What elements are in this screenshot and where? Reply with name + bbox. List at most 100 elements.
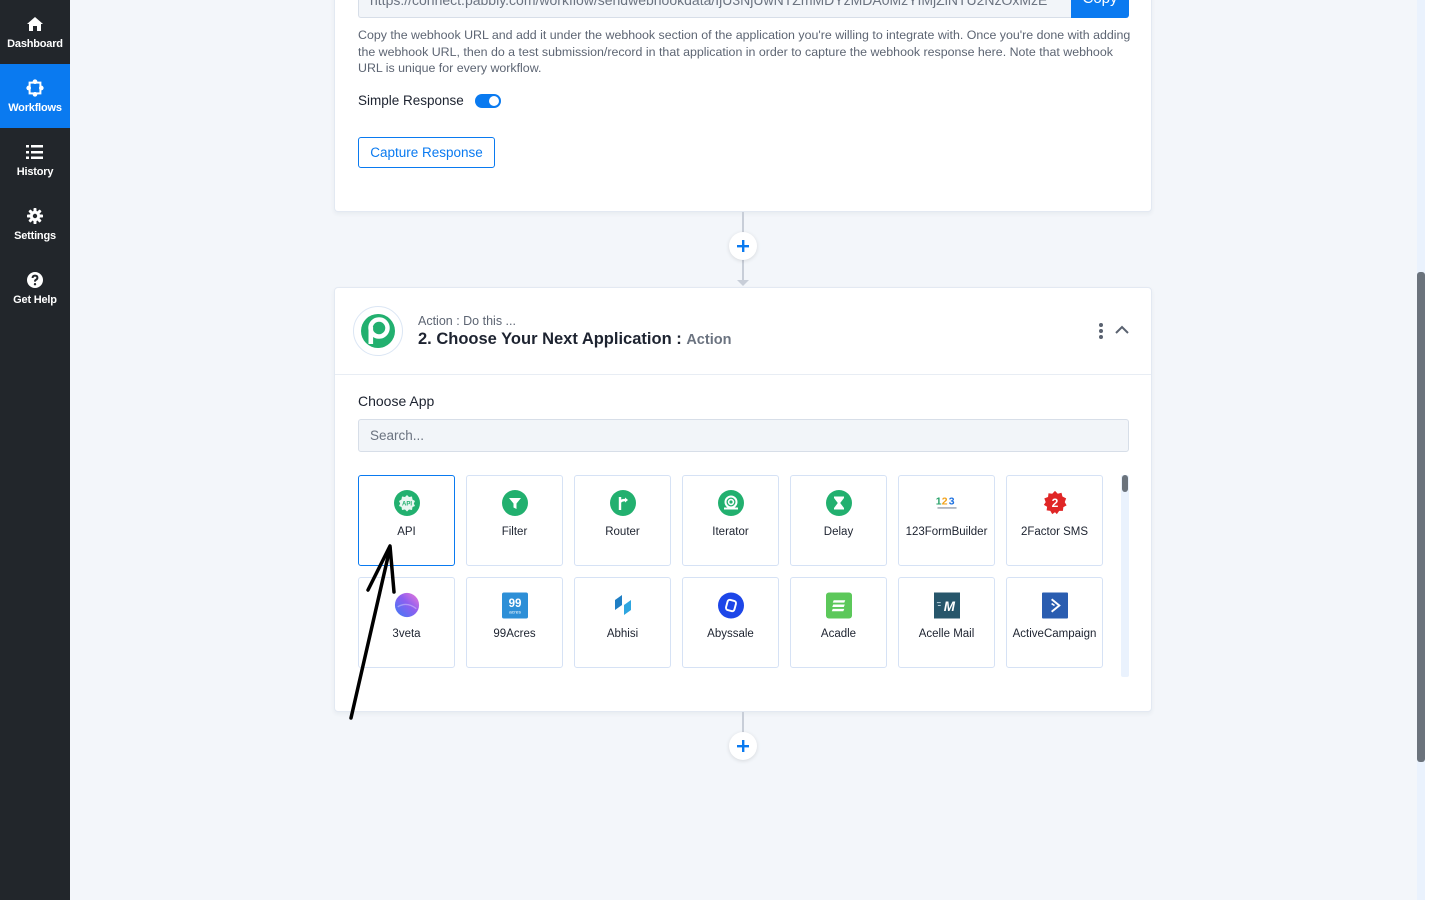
sidebar-item-label: Workflows [8, 101, 62, 114]
app-name: Iterator [712, 526, 749, 538]
app-name: Acelle Mail [918, 628, 975, 640]
sidebar-item-dashboard[interactable]: Dashboard [0, 0, 70, 64]
abhisi-logo-icon [610, 592, 636, 618]
iterator-icon [717, 490, 744, 516]
capture-response-button[interactable]: Capture Response [358, 137, 495, 168]
chevron-up-icon[interactable] [1114, 324, 1130, 336]
app-name: Abhisi [606, 628, 639, 640]
app-grid-scrollbar[interactable] [1121, 475, 1129, 677]
app-grid: API API Filter Router Iterator Delay 1 2… [358, 475, 1118, 679]
app-tile-activecampaign[interactable]: ActiveCampaign [1006, 577, 1103, 668]
app-tile-3veta[interactable]: 3veta [358, 577, 455, 668]
sidebar-item-settings[interactable]: Settings [0, 192, 70, 256]
svg-text:acres: acres [509, 609, 521, 615]
app-tile-abhisi[interactable]: Abhisi [574, 577, 671, 668]
app-tile-abyssale[interactable]: Abyssale [682, 577, 779, 668]
app-tile-delay[interactable]: Delay [790, 475, 887, 566]
plus-icon [737, 740, 749, 752]
sidebar-item-label: Dashboard [7, 37, 63, 50]
sidebar-item-workflows[interactable]: Workflows [0, 64, 70, 128]
page-scrollbar[interactable] [1417, 0, 1425, 900]
app-name: ActiveCampaign [1012, 628, 1097, 640]
sidebar-item-get-help[interactable]: Get Help [0, 256, 70, 320]
app-tile-filter[interactable]: Filter [466, 475, 563, 566]
svg-text:99: 99 [508, 597, 521, 609]
svg-text:1: 1 [935, 497, 941, 508]
sidebar-item-label: History [16, 165, 54, 178]
add-step-button[interactable] [729, 232, 757, 260]
action-title-suffix: Action [686, 332, 732, 348]
app-name: Filter [501, 526, 528, 538]
acadle-logo-icon [825, 592, 852, 618]
action-title: 2. Choose Your Next Application : Action [418, 330, 731, 349]
gear-icon [26, 207, 44, 225]
action-title-text: 2. Choose Your Next Application : [418, 330, 682, 348]
workflow-icon [26, 78, 44, 97]
app-name: 2Factor SMS [1020, 526, 1089, 538]
svg-text:2: 2 [941, 497, 947, 508]
sidebar: Dashboard Workflows History Settings Get… [0, 0, 70, 900]
app-name: API [397, 526, 416, 538]
abyssale-logo-icon [717, 592, 744, 618]
app-tile-api[interactable]: API API [358, 475, 455, 566]
workflow-canvas: https://connect.pabbly.com/workflow/send… [70, 0, 1425, 900]
api-icon: API [393, 490, 420, 516]
toggle-knob [488, 95, 499, 106]
more-options-icon[interactable] [1097, 323, 1105, 339]
router-icon [609, 490, 636, 516]
svg-text:M: M [943, 598, 955, 613]
app-name: Router [605, 526, 640, 538]
trigger-card: https://connect.pabbly.com/workflow/send… [334, 0, 1152, 212]
123formbuilder-logo-icon: 123 [934, 490, 960, 516]
app-tile-acadle[interactable]: Acadle [790, 577, 887, 668]
app-name: 123FormBuilder [905, 526, 988, 538]
list-icon [26, 143, 44, 161]
webhook-help-text: Copy the webhook URL and add it under th… [358, 28, 1131, 75]
connector-arrow-icon [737, 280, 749, 286]
sidebar-item-label: Get Help [13, 293, 57, 306]
2factor-badge-icon: 2 [1042, 490, 1068, 516]
page-scrollbar-thumb[interactable] [1417, 272, 1425, 762]
3veta-sphere-icon [394, 592, 420, 618]
add-step-button[interactable] [729, 732, 757, 760]
window-edge [1425, 0, 1440, 900]
app-tile-123formbuilder[interactable]: 123 123FormBuilder [898, 475, 995, 566]
app-name: Acadle [820, 628, 857, 640]
app-name: Delay [823, 526, 854, 538]
app-name: Abyssale [707, 628, 754, 640]
action-card: Action : Do this ... 2. Choose Your Next… [334, 287, 1152, 712]
hourglass-icon [825, 490, 852, 516]
simple-response-row: Simple Response [358, 93, 501, 108]
app-search-input[interactable] [358, 419, 1129, 452]
webhook-url-row: https://connect.pabbly.com/workflow/send… [358, 0, 1129, 18]
svg-text:API: API [401, 502, 411, 508]
activecampaign-logo-icon [1041, 592, 1068, 618]
choose-app-label: Choose App [358, 393, 435, 409]
sidebar-item-history[interactable]: History [0, 128, 70, 192]
sidebar-item-label: Settings [14, 229, 56, 242]
app-tile-router[interactable]: Router [574, 475, 671, 566]
app-name: 99Acres [493, 628, 536, 640]
app-tile-iterator[interactable]: Iterator [682, 475, 779, 566]
question-icon [26, 271, 44, 289]
app-tile-99acres[interactable]: 99 acres 99Acres [466, 577, 563, 668]
app-tile-acelle-mail[interactable]: M Acelle Mail [898, 577, 995, 668]
connector-line [742, 712, 744, 734]
action-subtitle: Action : Do this ... [418, 314, 516, 328]
simple-response-label: Simple Response [358, 93, 464, 108]
app-grid-scrollbar-thumb[interactable] [1122, 475, 1128, 492]
app-name: 3veta [392, 628, 421, 640]
acelle-mail-logo-icon: M [933, 592, 960, 618]
pabbly-logo-icon [353, 306, 403, 356]
copy-button[interactable]: Copy [1071, 0, 1129, 18]
webhook-url-field[interactable]: https://connect.pabbly.com/workflow/send… [358, 0, 1071, 18]
simple-response-toggle[interactable] [474, 93, 501, 108]
svg-text:2: 2 [1051, 496, 1058, 510]
app-tile-2factor-sms[interactable]: 2 2Factor SMS [1006, 475, 1103, 566]
99acres-logo-icon: 99 acres [501, 592, 528, 618]
plus-icon [737, 240, 749, 252]
action-header[interactable]: Action : Do this ... 2. Choose Your Next… [335, 288, 1151, 375]
filter-icon [501, 490, 528, 516]
home-icon [26, 15, 44, 33]
svg-text:3: 3 [948, 497, 954, 508]
